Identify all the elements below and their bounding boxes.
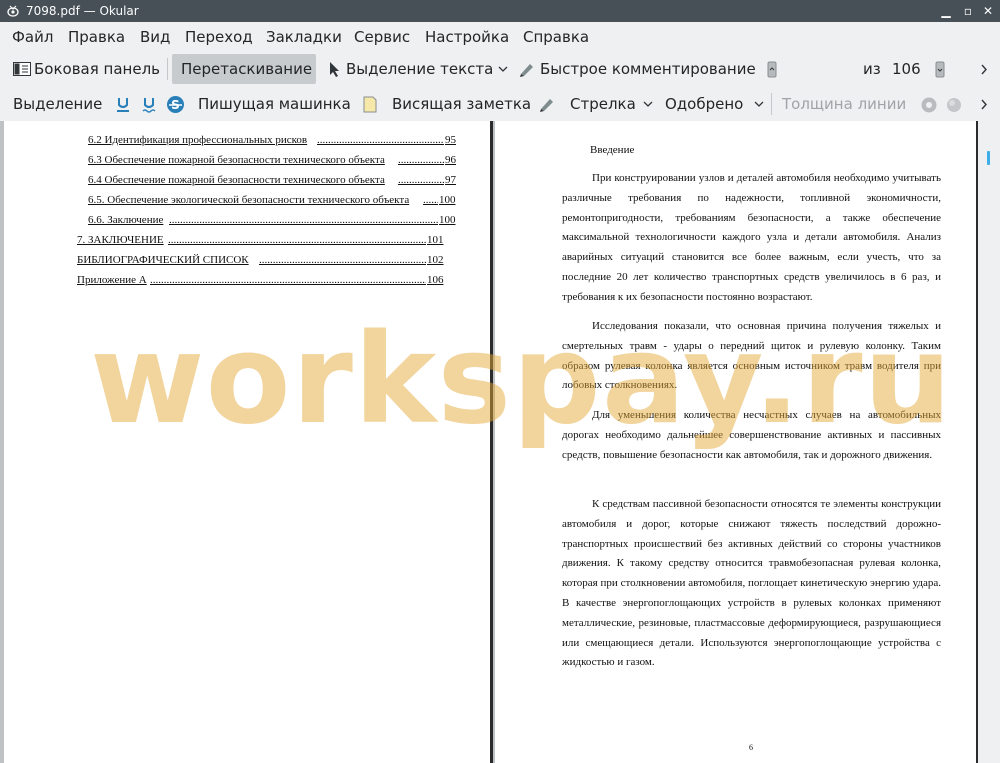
strikeout-icon[interactable]: S — [166, 95, 185, 114]
vertical-scrollbar[interactable] — [978, 121, 1000, 763]
arrow-button[interactable]: Стрелка — [570, 87, 636, 121]
main-toolbar: Боковая панель Перетаскивание Выделение … — [0, 52, 1000, 136]
page-up-icon[interactable] — [767, 61, 777, 78]
quick-annotate-button[interactable]: Быстрое комментирование — [540, 52, 756, 86]
watermark-text: workspay.ru — [90, 308, 953, 452]
sidebar-icon — [13, 62, 31, 76]
text-select-button[interactable]: Выделение текста — [346, 52, 493, 86]
page-down-icon[interactable] — [935, 61, 945, 78]
toc-item-label[interactable]: Приложение А — [77, 273, 147, 287]
toc-item-page[interactable]: 106 — [427, 273, 444, 287]
toolbar-overflow-icon[interactable] — [980, 99, 988, 110]
sidebar-button[interactable]: Боковая панель — [34, 52, 160, 86]
toc-item-leader: ........................................… — [398, 174, 444, 186]
toc-item-page[interactable]: 95 — [445, 133, 456, 147]
menu-edit[interactable]: Правка — [68, 22, 125, 52]
minimize-button[interactable]: ▁ — [938, 3, 954, 19]
menu-file[interactable]: Файл — [12, 22, 53, 52]
menu-settings[interactable]: Настройка — [425, 22, 509, 52]
chevron-down-icon[interactable] — [754, 101, 764, 108]
okular-app-icon — [7, 5, 19, 17]
toc-item-leader: .......... — [423, 194, 438, 206]
page-total: 106 — [892, 60, 921, 78]
toolbar-separator — [167, 58, 168, 80]
page-number: 6 — [749, 743, 753, 752]
toc-item-leader: ........................................… — [317, 134, 444, 146]
stamp-button[interactable]: Одобрено — [665, 87, 743, 121]
squiggly-icon[interactable] — [141, 96, 157, 113]
toc-item-page[interactable]: 100 — [439, 213, 456, 227]
opacity-icon[interactable] — [945, 96, 963, 114]
menu-bar: Файл Правка Вид Переход Закладки Сервис … — [0, 22, 1000, 52]
toc-item-leader: ........................................… — [150, 274, 426, 286]
toolbar-separator — [771, 93, 772, 115]
scrollbar-thumb[interactable] — [987, 151, 990, 165]
cursor-arrow-icon — [330, 62, 339, 77]
toolbar-overflow-icon[interactable] — [980, 64, 988, 75]
paragraph: При конструировании узлов и деталей авто… — [562, 172, 941, 303]
menu-help[interactable]: Справка — [523, 22, 589, 52]
toc-item-label[interactable]: 6.4 Обеспечение пожарной безопасности те… — [88, 173, 385, 187]
toc-item-page[interactable]: 97 — [445, 173, 456, 187]
toc-item-label[interactable]: 6.6. Заключение — [88, 213, 163, 227]
toc-item-leader: ........................................… — [259, 254, 426, 266]
line-width-button[interactable]: Толщина линии — [782, 87, 906, 121]
toc-item-label[interactable]: 7. ЗАКЛЮЧЕНИЕ — [77, 233, 164, 247]
menu-bookmarks[interactable]: Закладки — [266, 22, 342, 52]
chevron-down-icon[interactable] — [643, 101, 653, 108]
page-of-label: из — [863, 60, 881, 78]
marker-pen-icon — [520, 64, 533, 77]
menu-view[interactable]: Вид — [140, 22, 170, 52]
window-title: 7098.pdf — Okular — [26, 4, 139, 18]
toc-item-label[interactable]: 6.2 Идентификация профессиональных риско… — [88, 133, 307, 147]
toc-item-label[interactable]: 6.5. Обеспечение экологической безопасно… — [88, 193, 409, 207]
toc-item-page[interactable]: 100 — [439, 193, 456, 207]
menu-tools[interactable]: Сервис — [354, 22, 410, 52]
section-heading: Введение — [590, 144, 635, 156]
typewriter-button[interactable]: Пишущая машинка — [198, 87, 351, 121]
highlight-button[interactable]: Выделение — [13, 87, 102, 121]
pen-icon — [540, 99, 553, 112]
menu-go[interactable]: Переход — [185, 22, 253, 52]
toc-item-leader: ........................................… — [168, 234, 426, 246]
sticky-note-button[interactable]: Висящая заметка — [392, 87, 531, 121]
color-wheel-icon[interactable] — [920, 96, 938, 114]
toc-item-label[interactable]: 6.3 Обеспечение пожарной безопасности те… — [88, 153, 385, 167]
toc-item-leader: ........................................… — [169, 214, 438, 226]
maximize-button[interactable]: ▫ — [960, 3, 976, 19]
paragraph: К средствам пассивной безопасности относ… — [562, 498, 941, 669]
chevron-down-icon[interactable] — [498, 66, 508, 73]
toc-item-label[interactable]: БИБЛИОГРАФИЧЕСКИЙ СПИСОК — [77, 253, 249, 267]
underline-icon[interactable] — [115, 96, 131, 113]
note-icon — [363, 96, 377, 113]
title-bar: 7098.pdf — Okular ▁ ▫ ✕ — [0, 0, 1000, 22]
toc-item-page[interactable]: 96 — [445, 153, 456, 167]
close-button[interactable]: ✕ — [980, 3, 996, 19]
toc-item-page[interactable]: 102 — [427, 253, 444, 267]
toc-item-leader: ........................................… — [398, 154, 444, 166]
toc-item-page[interactable]: 101 — [427, 233, 444, 247]
browse-tool-button[interactable]: Перетаскивание — [181, 52, 312, 86]
annotation-toolbar: Выделение S Пишущая машинка Висящая заме… — [0, 87, 1000, 121]
